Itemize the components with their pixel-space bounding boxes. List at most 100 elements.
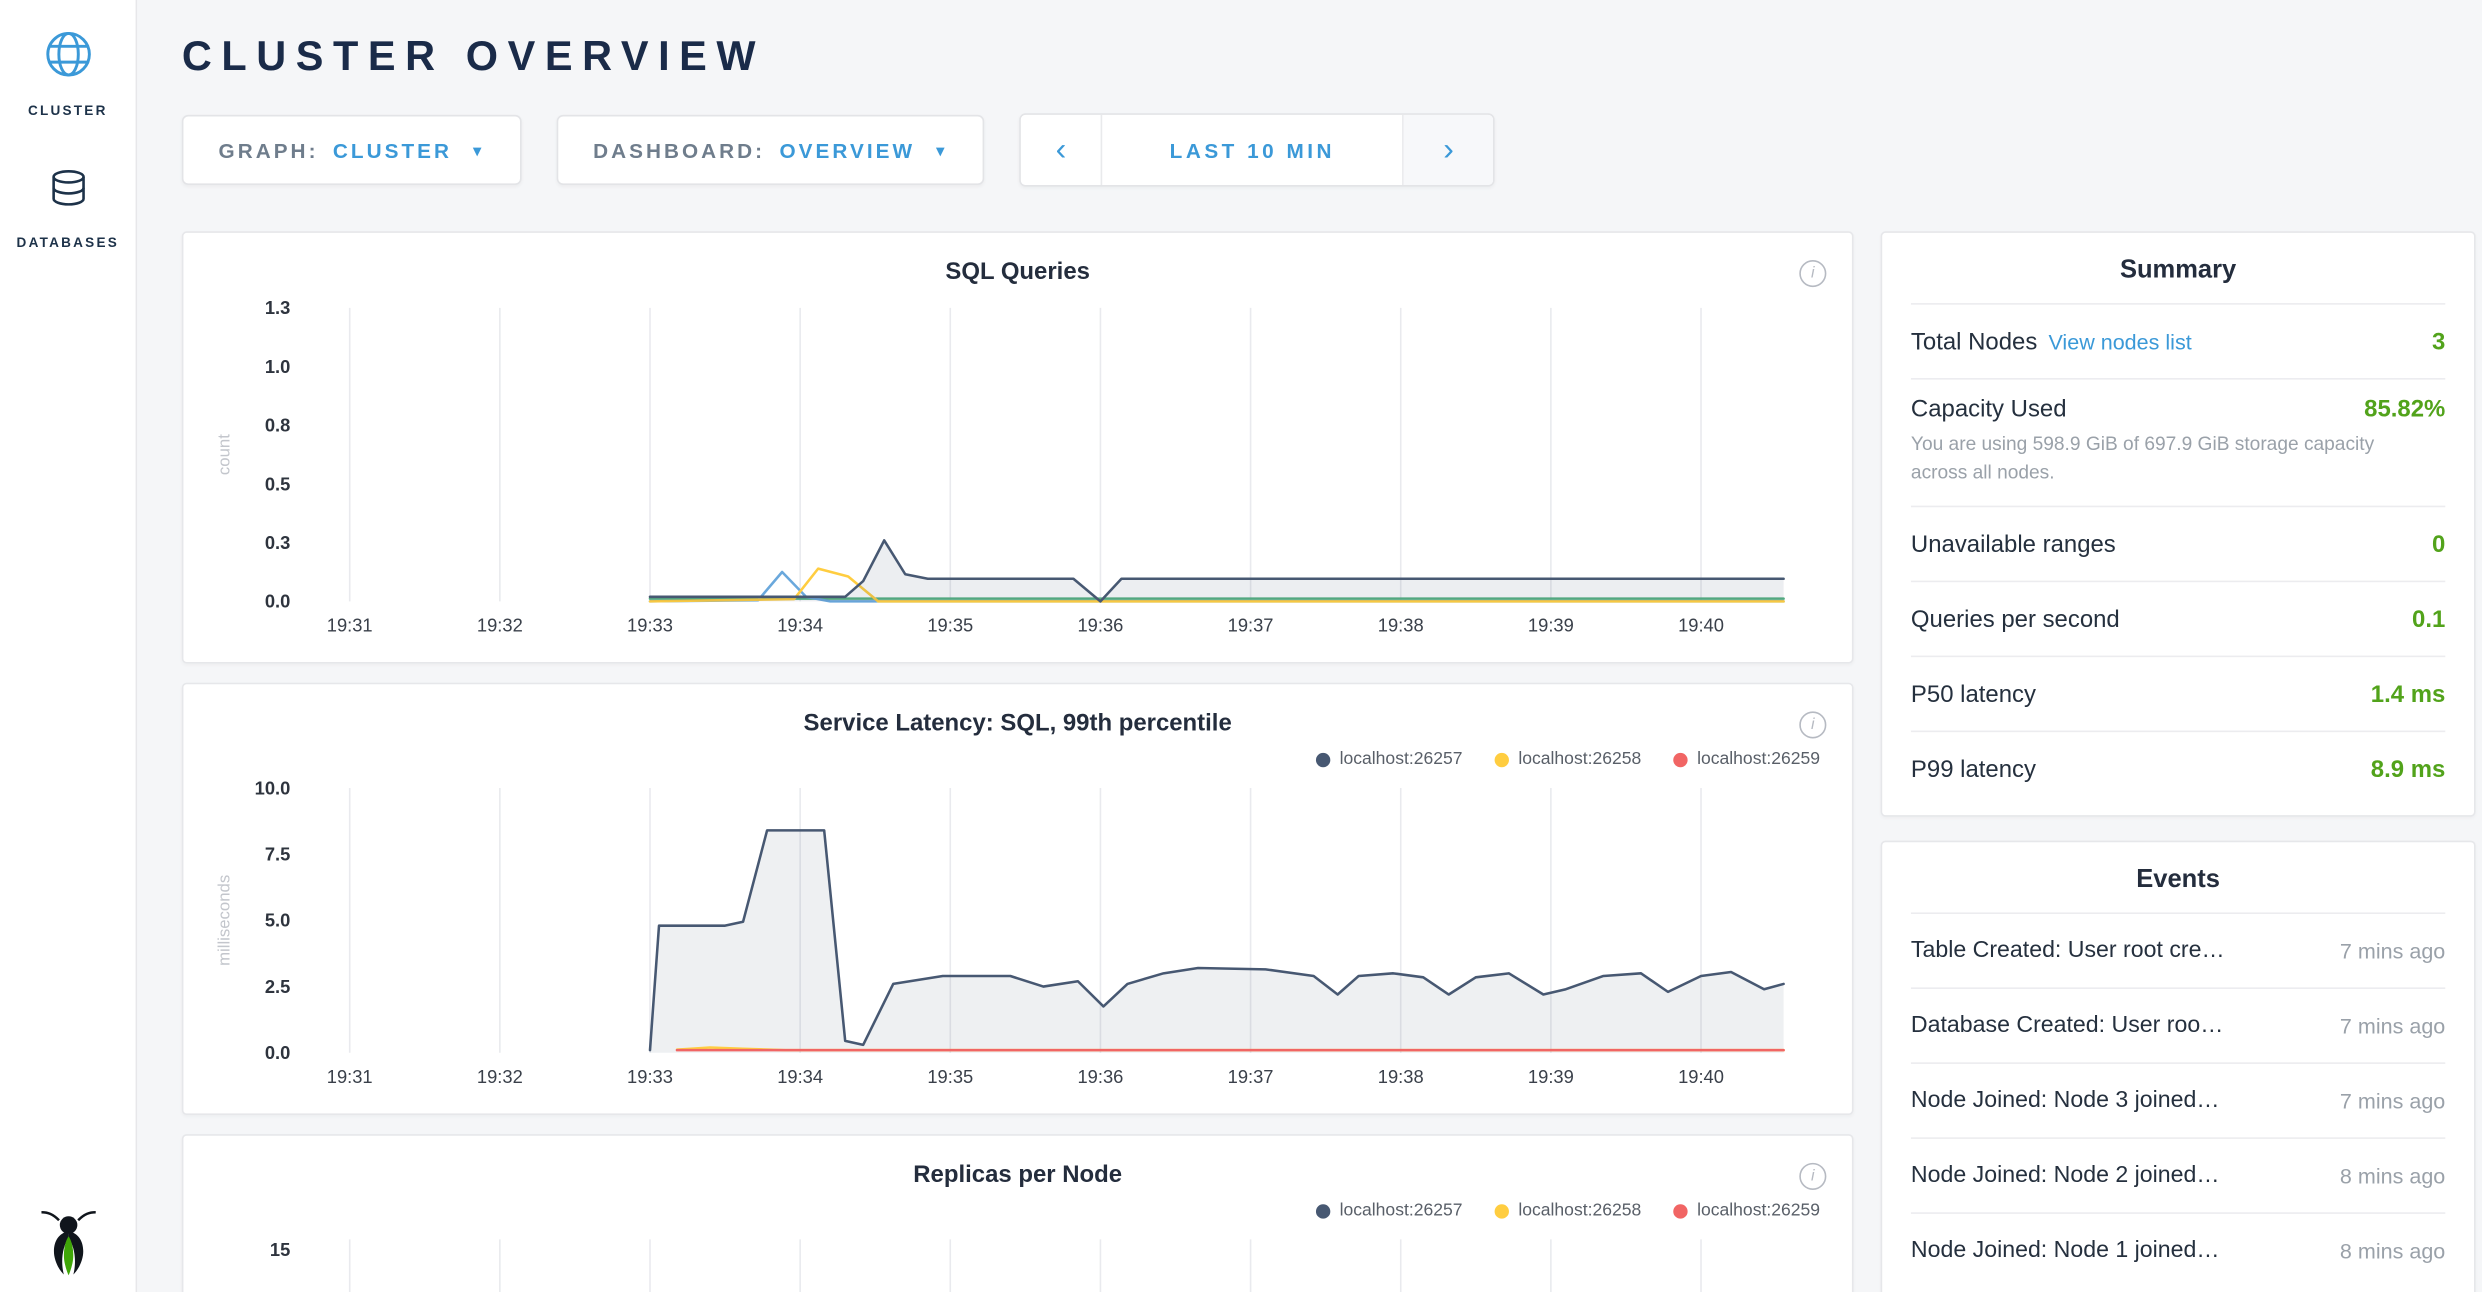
legend-item[interactable]: localhost:26257: [1316, 1201, 1463, 1220]
sidebar-item-databases-label: DATABASES: [17, 234, 119, 250]
svg-text:19:32: 19:32: [477, 1066, 523, 1087]
svg-text:19:35: 19:35: [927, 615, 973, 636]
svg-text:19:33: 19:33: [627, 615, 673, 636]
legend-dot: [1673, 752, 1687, 766]
capacity-used-subtext: You are using 598.9 GiB of 697.9 GiB sto…: [1911, 429, 2425, 486]
summary-row-p50-latency: P50 latency 1.4 ms: [1911, 656, 2445, 731]
info-icon[interactable]: i: [1799, 1163, 1826, 1190]
event-time: 7 mins ago: [2340, 1014, 2445, 1038]
svg-text:19:38: 19:38: [1378, 1066, 1424, 1087]
summary-title: Summary: [1911, 233, 2445, 303]
page-title: CLUSTER OVERVIEW: [182, 32, 2482, 81]
svg-text:15: 15: [270, 1239, 290, 1260]
event-label: Database Created: User roo…: [1911, 1013, 2223, 1039]
p50-latency-label: P50 latency: [1911, 680, 2036, 707]
summary-row-total-nodes: Total NodesView nodes list 3: [1911, 303, 2445, 378]
svg-text:19:39: 19:39: [1528, 1066, 1574, 1087]
sidebar: CLUSTER DATABASES: [0, 0, 137, 1292]
queries-per-second-label: Queries per second: [1911, 605, 2120, 632]
svg-text:count: count: [215, 434, 234, 475]
info-icon[interactable]: i: [1799, 260, 1826, 287]
svg-text:2.5: 2.5: [265, 976, 290, 997]
svg-text:19:40: 19:40: [1678, 1066, 1724, 1087]
event-time: 7 mins ago: [2340, 1089, 2445, 1113]
database-icon: [44, 166, 92, 222]
svg-text:0.3: 0.3: [265, 532, 290, 553]
sidebar-item-databases[interactable]: DATABASES: [0, 139, 136, 271]
summary-row-queries-per-second: Queries per second 0.1: [1911, 581, 2445, 656]
graph-dropdown-value: CLUSTER: [333, 138, 452, 162]
events-card: Events Table Created: User root cre… 7 m…: [1881, 841, 2476, 1292]
svg-text:19:31: 19:31: [327, 1066, 373, 1087]
svg-text:19:35: 19:35: [927, 1066, 973, 1087]
total-nodes-value: 3: [2432, 328, 2445, 355]
view-nodes-list-link[interactable]: View nodes list: [2048, 329, 2191, 353]
legend-item[interactable]: localhost:26257: [1316, 750, 1463, 769]
sidebar-item-cluster-label: CLUSTER: [28, 102, 108, 118]
info-icon[interactable]: i: [1799, 711, 1826, 738]
graph-dropdown-label: GRAPH:: [219, 138, 319, 162]
legend-dot: [1673, 1204, 1687, 1218]
capacity-used-label: Capacity Used: [1911, 396, 2067, 423]
summary-row-capacity-used: Capacity Used 85.82% You are using 598.9…: [1911, 378, 2445, 506]
time-range-button[interactable]: LAST 10 MIN: [1101, 115, 1404, 185]
chart-legend: localhost:26257 localhost:26258 localhos…: [209, 747, 1820, 773]
legend-item[interactable]: localhost:26259: [1673, 1201, 1820, 1220]
service-latency-chart: 19:31 19:32 19:33 19:34 19:35 19:36 19:37 19:38…: [209, 775, 1826, 1094]
legend-item[interactable]: localhost:26258: [1494, 750, 1641, 769]
chart-title: SQL Queries: [209, 258, 1826, 285]
time-range-selector: ‹ LAST 10 MIN ›: [1019, 113, 1494, 186]
event-time: 7 mins ago: [2340, 939, 2445, 963]
chart-legend: localhost:26257 localhost:26258 localhos…: [209, 1198, 1820, 1224]
charts-column: SQL Queries i 19:31 19:32 19:33 19:34 19:35 1…: [182, 231, 1854, 1292]
unavailable-ranges-label: Unavailable ranges: [1911, 530, 2116, 557]
svg-text:0.0: 0.0: [265, 1042, 290, 1063]
svg-text:milliseconds: milliseconds: [215, 875, 234, 966]
event-label: Node Joined: Node 2 joined…: [1911, 1163, 2220, 1189]
dashboard-dropdown[interactable]: DASHBOARD: OVERVIEW ▾: [556, 115, 984, 185]
event-time: 8 mins ago: [2340, 1239, 2445, 1263]
svg-text:0.8: 0.8: [265, 415, 290, 436]
chart-title: Replicas per Node: [209, 1161, 1826, 1188]
svg-text:0.0: 0.0: [265, 591, 290, 612]
dashboard-dropdown-label: DASHBOARD:: [593, 138, 765, 162]
replicas-per-node-chart: 19:3119:3219:3319:3419:3519:3619:3719:38…: [209, 1227, 1826, 1292]
event-time: 8 mins ago: [2340, 1164, 2445, 1188]
cockroachdb-logo[interactable]: [0, 1206, 136, 1279]
sql-queries-chart-card: SQL Queries i 19:3119:3219:3319:3419:351…: [182, 231, 1854, 663]
svg-text:19:37: 19:37: [1228, 1066, 1274, 1087]
event-row: Database Created: User roo… 7 mins ago: [1911, 987, 2445, 1062]
svg-text:19:34: 19:34: [777, 1066, 823, 1087]
p50-latency-value: 1.4 ms: [2371, 680, 2445, 707]
summary-row-unavailable-ranges: Unavailable ranges 0: [1911, 506, 2445, 581]
legend-item[interactable]: localhost:26258: [1494, 1201, 1641, 1220]
legend-dot: [1316, 752, 1330, 766]
svg-text:19:36: 19:36: [1077, 615, 1123, 636]
time-range-next-button[interactable]: ›: [1404, 115, 1493, 185]
svg-text:19:32: 19:32: [477, 615, 523, 636]
svg-text:19:37: 19:37: [1228, 615, 1274, 636]
svg-text:19:36: 19:36: [1077, 1066, 1123, 1087]
legend-item[interactable]: localhost:26259: [1673, 750, 1820, 769]
sql-queries-chart: 19:3119:3219:3319:3419:3519:3619:3719:38…: [209, 295, 1826, 643]
events-title: Events: [1911, 842, 2445, 912]
svg-text:1.3: 1.3: [265, 297, 290, 318]
summary-card: Summary Total NodesView nodes list 3 Cap…: [1881, 231, 2476, 816]
legend-dot: [1316, 1204, 1330, 1218]
dashboard-controls: GRAPH: CLUSTER ▾ DASHBOARD: OVERVIEW ▾ ‹…: [182, 113, 2482, 186]
svg-text:19:39: 19:39: [1528, 615, 1574, 636]
legend-dot: [1494, 752, 1508, 766]
svg-text:1.0: 1.0: [265, 356, 290, 377]
event-row: Node Joined: Node 1 joined… 8 mins ago: [1911, 1212, 2445, 1287]
main-content: CLUSTER OVERVIEW GRAPH: CLUSTER ▾ DASHBO…: [137, 0, 2482, 1292]
svg-text:19:33: 19:33: [627, 1066, 673, 1087]
time-range-prev-button[interactable]: ‹: [1021, 115, 1101, 185]
queries-per-second-value: 0.1: [2412, 605, 2445, 632]
svg-text:19:34: 19:34: [777, 615, 823, 636]
chevron-down-icon: ▾: [936, 140, 948, 161]
svg-text:19:40: 19:40: [1678, 615, 1724, 636]
summary-row-p99-latency: P99 latency 8.9 ms: [1911, 731, 2445, 806]
graph-dropdown[interactable]: GRAPH: CLUSTER ▾: [182, 115, 521, 185]
event-row: Node Joined: Node 2 joined… 8 mins ago: [1911, 1137, 2445, 1212]
sidebar-item-cluster[interactable]: CLUSTER: [0, 0, 136, 139]
